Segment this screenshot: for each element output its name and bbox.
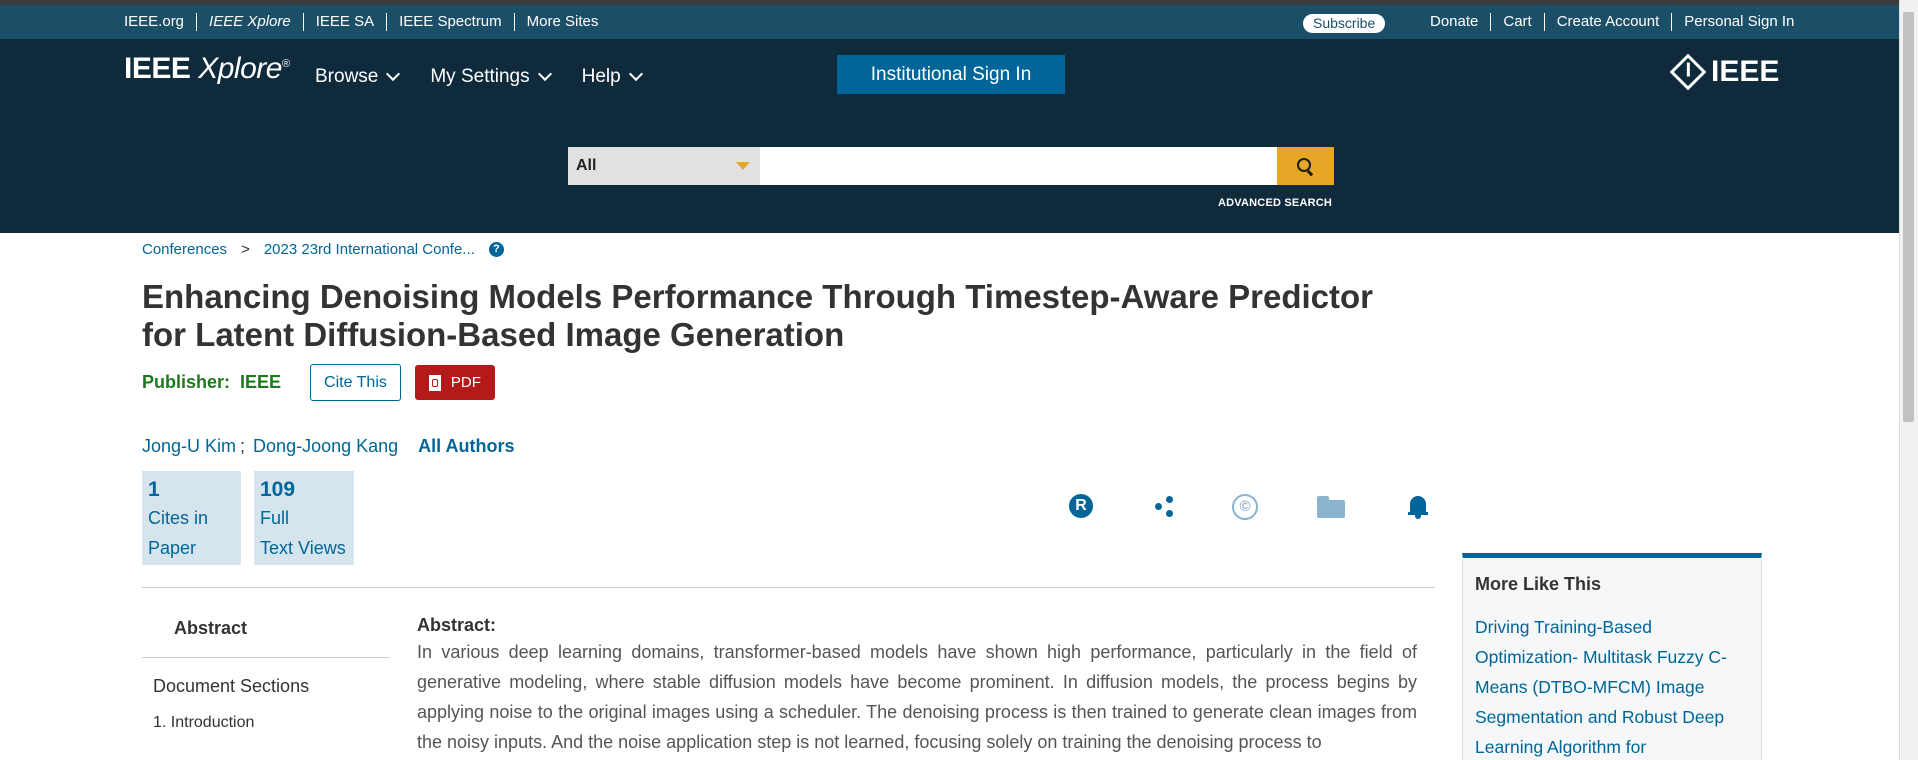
metric-views-label-2: Text Views: [260, 538, 346, 558]
metric-views-value: 109: [260, 478, 296, 501]
donate-link[interactable]: Donate: [1418, 13, 1490, 31]
breadcrumb-conferences[interactable]: Conferences: [142, 241, 227, 258]
more-like-this-link[interactable]: Driving Training-Based Optimization- Mul…: [1475, 612, 1749, 760]
cart-link[interactable]: Cart: [1490, 13, 1543, 31]
meta-link-ieee-org[interactable]: IEEE.org: [124, 13, 196, 31]
meta-link-more-sites[interactable]: More Sites: [513, 13, 611, 31]
authors-row: Jong-U Kim ; Dong-Joong Kang All Authors: [142, 436, 514, 457]
metric-cites-label-1: Cites in: [148, 508, 209, 528]
chevron-down-icon: [386, 66, 401, 82]
search-input[interactable]: [760, 147, 1277, 185]
search-button[interactable]: [1277, 147, 1334, 185]
sidenav-item-introduction[interactable]: 1. Introduction: [142, 711, 390, 735]
meta-link-ieee-spectrum[interactable]: IEEE Spectrum: [386, 13, 514, 31]
cite-this-button[interactable]: Cite This: [310, 364, 401, 401]
sidenav-abstract[interactable]: Abstract: [142, 600, 390, 658]
create-account-link[interactable]: Create Account: [1543, 13, 1672, 31]
metric-cites-label-2: Paper: [148, 538, 197, 558]
nav-browse-label: Browse: [315, 66, 379, 87]
metric-cites[interactable]: 1 Cites in Paper: [142, 471, 241, 565]
more-like-this-panel: More Like This Driving Training-Based Op…: [1462, 553, 1762, 760]
author-link[interactable]: Dong-Joong Kang: [253, 436, 398, 457]
copyright-icon[interactable]: ©: [1232, 494, 1258, 520]
meta-bar: IEEE.org IEEE Xplore IEEE SA IEEE Spectr…: [0, 5, 1900, 39]
author-separator: ;: [240, 436, 246, 456]
abstract-heading: Abstract:: [417, 615, 497, 635]
logo-registered-mark: ®: [281, 58, 290, 70]
share-icon[interactable]: [1154, 494, 1174, 518]
pdf-icon: [428, 374, 441, 391]
chevron-down-icon: [628, 66, 643, 82]
folder-icon[interactable]: [1317, 496, 1345, 518]
search-scope-value: All: [576, 157, 597, 174]
advanced-search-link[interactable]: ADVANCED SEARCH: [1218, 197, 1332, 209]
author-link[interactable]: Jong-U Kim: [142, 436, 236, 457]
abstract-text: In various deep learning domains, transf…: [417, 642, 1417, 752]
personal-sign-in-link[interactable]: Personal Sign In: [1671, 13, 1806, 31]
sidenav-document-sections: Document Sections: [153, 676, 310, 696]
institutional-sign-in-button[interactable]: Institutional Sign In: [837, 55, 1065, 94]
scrollbar-thumb[interactable]: [1903, 12, 1914, 422]
account-links: Donate Cart Create Account Personal Sign…: [1418, 5, 1806, 39]
section-divider: [142, 587, 1435, 588]
help-icon[interactable]: ?: [488, 242, 504, 257]
rights-permissions-icon[interactable]: R: [1069, 494, 1093, 518]
share-node: [1166, 496, 1173, 503]
all-authors-link[interactable]: All Authors: [418, 436, 514, 457]
vertical-scrollbar[interactable]: [1899, 0, 1918, 760]
nav-help[interactable]: Help: [581, 66, 643, 88]
breadcrumb-conference[interactable]: 2023 23rd International Confe...: [264, 241, 475, 258]
nav-my-settings-label: My Settings: [430, 66, 530, 87]
main-nav: Browse My Settings Help: [315, 66, 673, 88]
logo-ieee-text: IEEE: [124, 52, 191, 85]
metric-cites-value: 1: [148, 478, 160, 501]
nav-my-settings[interactable]: My Settings: [430, 66, 552, 88]
more-like-this-heading: More Like This: [1475, 574, 1602, 594]
ieee-logo[interactable]: IEEE: [1669, 53, 1780, 91]
metric-views-label-1: Full: [260, 508, 290, 528]
page: IEEE.org IEEE Xplore IEEE SA IEEE Spectr…: [0, 0, 1900, 760]
meta-links: IEEE.org IEEE Xplore IEEE SA IEEE Spectr…: [124, 5, 610, 39]
document-sidenav: Abstract Document Sections 1. Introducti…: [142, 600, 390, 735]
abstract-section: Abstract: In various deep learning domai…: [417, 613, 1417, 757]
pdf-label: PDF: [450, 374, 481, 391]
search-bar: All: [568, 147, 1334, 185]
share-node: [1155, 503, 1162, 510]
metric-views[interactable]: 109 Full Text Views: [254, 471, 354, 565]
nav-help-label: Help: [581, 66, 621, 87]
publisher-row: Publisher: IEEE Cite This PDF: [142, 364, 495, 401]
ieee-xplore-logo[interactable]: IEEE Xplore®: [124, 52, 290, 86]
alert-bell-icon[interactable]: [1408, 494, 1428, 519]
bell-clapper: [1415, 515, 1421, 519]
breadcrumb: Conferences > 2023 23rd International Co…: [142, 241, 504, 258]
share-node: [1166, 510, 1173, 517]
ieee-logo-text: IEEE: [1711, 55, 1780, 88]
logo-xplore-text: Xplore: [198, 52, 282, 85]
search-icon: [1297, 158, 1311, 172]
ieee-diamond-icon: [1669, 53, 1707, 91]
bell-body: [1410, 496, 1426, 513]
search-scope-select[interactable]: All: [568, 147, 760, 185]
pdf-button[interactable]: PDF: [414, 365, 495, 400]
subscribe-button[interactable]: Subscribe: [1303, 14, 1386, 33]
dropdown-triangle-icon: [736, 162, 750, 170]
breadcrumb-separator: >: [241, 241, 250, 258]
meta-link-ieee-xplore[interactable]: IEEE Xplore: [196, 13, 303, 31]
article-title: Enhancing Denoising Models Performance T…: [142, 278, 1374, 353]
nav-browse[interactable]: Browse: [315, 66, 401, 88]
chevron-down-icon: [537, 66, 552, 82]
publisher-label: Publisher:: [142, 372, 231, 392]
publisher-value: IEEE: [240, 372, 282, 392]
meta-link-ieee-sa[interactable]: IEEE SA: [302, 13, 386, 31]
